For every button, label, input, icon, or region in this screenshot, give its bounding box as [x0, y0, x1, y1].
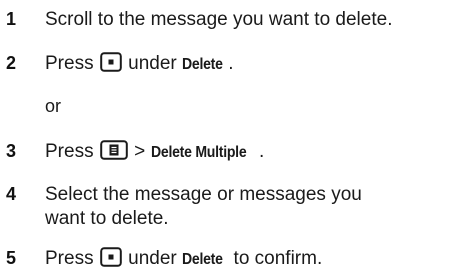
step-number: 1 — [6, 9, 17, 29]
step-pre: Press — [45, 53, 94, 74]
softkey-label-delete: Delete — [182, 251, 223, 268]
center-select-key-icon — [100, 52, 122, 79]
step-post: to confirm. — [233, 248, 323, 269]
step-number: 5 — [6, 248, 17, 268]
or-text: or — [45, 96, 62, 116]
step-post: . — [258, 141, 265, 162]
step-mid: under — [128, 248, 177, 269]
menu-key-icon — [100, 140, 128, 167]
step-number: 3 — [6, 141, 17, 161]
step-text: Press under Delete. — [45, 51, 460, 79]
step-text: Press under Delete to confirm. — [45, 246, 460, 274]
step-text-line-2: want to delete. — [45, 208, 169, 229]
step-pre: Press — [45, 141, 94, 162]
center-select-key-icon — [100, 247, 122, 274]
softkey-label-delete: Delete — [182, 56, 223, 73]
menu-option-delete-multiple: Delete Multiple — [150, 144, 247, 161]
step-text-line-1: Select the message or messages you — [45, 184, 362, 205]
step-mid: > — [134, 141, 146, 162]
step-number: 4 — [6, 184, 17, 204]
step-mid: under — [128, 53, 177, 74]
step-text: Scroll to the message you want to delete… — [45, 9, 393, 30]
step-pre: Press — [45, 248, 94, 269]
step-number: 2 — [6, 53, 17, 73]
step-text: Press > Delete Multiple. — [45, 139, 460, 167]
step-post: . — [228, 53, 234, 74]
